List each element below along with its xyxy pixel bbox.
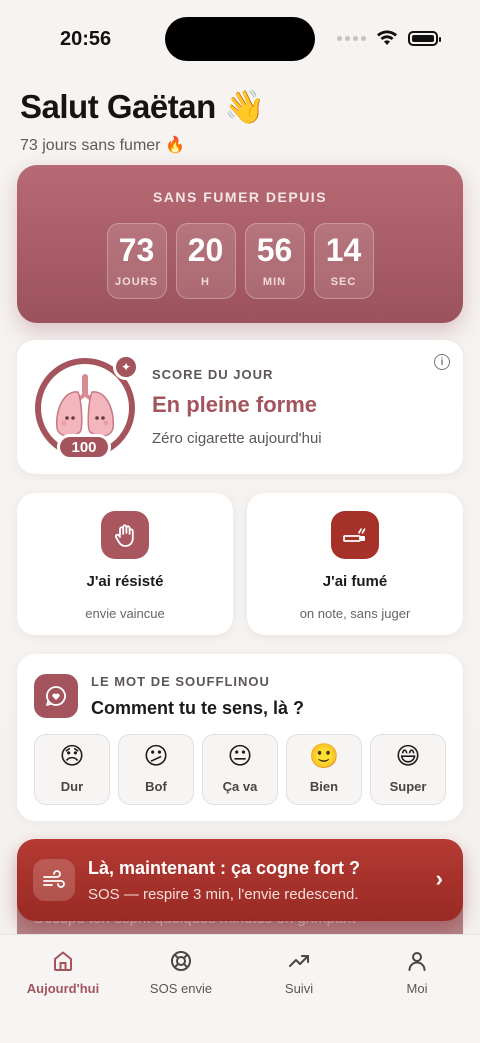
- sos-subtitle: SOS — respire 3 min, l'envie redescend.: [88, 886, 359, 903]
- page-title: Salut Gaëtan 👋: [20, 88, 265, 125]
- info-icon[interactable]: i: [434, 354, 450, 370]
- timer-unit-label: SEC: [330, 276, 357, 288]
- mood-option-super[interactable]: 😄 Super: [370, 734, 446, 805]
- hand-icon: [101, 511, 149, 559]
- mood-question: Comment tu te sens, là ?: [91, 698, 305, 718]
- tab-suivi[interactable]: Suivi: [244, 949, 354, 996]
- tab-sos-envie[interactable]: SOS envie: [126, 949, 236, 996]
- tab-label: Suivi: [284, 981, 314, 996]
- person-icon: [408, 952, 426, 971]
- sos-banner[interactable]: Là, maintenant : ça cogne fort ? SOS — r…: [17, 839, 463, 921]
- status-bar: 20:56: [0, 0, 480, 78]
- status-icons: [337, 30, 441, 46]
- mood-option-ca-va[interactable]: 😐 Ça va: [202, 734, 278, 805]
- timer-unit-label: JOURS: [115, 276, 158, 288]
- timer-days: 73 JOURS: [106, 223, 167, 299]
- tab-label: Aujourd'hui: [26, 981, 100, 996]
- timer-hours: 20 H: [175, 223, 236, 299]
- timer-blocks: 73 JOURS 20 H 56 MIN 14 SEC: [17, 223, 463, 299]
- daily-score-card[interactable]: ✦ 100 SCORE DU JOUR En pleine forme Zéro…: [17, 340, 463, 474]
- heart-chat-icon: [34, 674, 78, 718]
- score-eyebrow: SCORE DU JOUR: [152, 367, 274, 382]
- timer-value: 73: [118, 232, 155, 268]
- confused-face-icon: 😕: [143, 743, 169, 770]
- neutral-face-icon: 😐: [227, 743, 253, 770]
- resisted-button[interactable]: J'ai résisté envie vaincue: [17, 493, 233, 635]
- resisted-subtitle: envie vaincue: [85, 606, 165, 621]
- tab-aujourdhui[interactable]: Aujourd'hui: [8, 949, 118, 996]
- mood-label: Bien: [309, 779, 339, 794]
- lifebuoy-icon: [171, 951, 191, 971]
- cigarette-icon: [331, 511, 379, 559]
- sparkle-icon: ✦: [113, 354, 139, 380]
- tab-moi[interactable]: Moi: [362, 949, 472, 996]
- smoke-free-timer-card: SANS FUMER DEPUIS 73 JOURS 20 H 56 MIN 1…: [17, 165, 463, 323]
- mood-card: LE MOT DE SOUFFLINOU Comment tu te sens,…: [17, 654, 463, 821]
- timer-seconds: 14 SEC: [313, 223, 374, 299]
- mood-label: Bof: [145, 779, 167, 794]
- wind-icon: [33, 859, 75, 901]
- chevron-right-icon: ›: [435, 866, 443, 891]
- timer-title: SANS FUMER DEPUIS: [152, 189, 328, 205]
- timer-unit-label: H: [201, 276, 210, 288]
- mood-option-bien[interactable]: 🙂 Bien: [286, 734, 362, 805]
- timer-value: 56: [256, 232, 293, 268]
- mood-options: 😞 Dur 😕 Bof 😐 Ça va 🙂 Bien 😄 Super: [34, 734, 446, 805]
- dynamic-island: [165, 17, 315, 61]
- smoked-button[interactable]: J'ai fumé on note, sans juger: [247, 493, 463, 635]
- status-time: 20:56: [60, 28, 112, 50]
- score-title: En pleine forme: [152, 392, 318, 417]
- mood-eyebrow: LE MOT DE SOUFFLINOU: [91, 674, 270, 689]
- tab-label: Moi: [406, 981, 428, 996]
- mood-label: Dur: [60, 779, 84, 794]
- timer-value: 20: [187, 232, 224, 268]
- smile-face-icon: 🙂: [309, 743, 339, 770]
- mood-label: Ça va: [222, 779, 258, 794]
- battery-icon: [408, 30, 441, 46]
- timer-unit-label: MIN: [262, 276, 287, 288]
- tab-bar: Aujourd'hui SOS envie Suivi Moi: [0, 934, 480, 1043]
- timer-value: 14: [325, 232, 362, 268]
- wifi-icon: [377, 30, 397, 45]
- sos-title: Là, maintenant : ça cogne fort ?: [88, 858, 361, 878]
- score-value-badge: 100: [57, 434, 111, 460]
- grin-face-icon: 😄: [395, 743, 421, 770]
- signal-icon: [337, 35, 366, 41]
- home-icon: [54, 951, 72, 971]
- resisted-title: J'ai résisté: [86, 573, 164, 590]
- score-subtitle: Zéro cigarette aujourd'hui: [152, 430, 322, 447]
- smoked-title: J'ai fumé: [322, 573, 388, 590]
- mood-option-bof[interactable]: 😕 Bof: [118, 734, 194, 805]
- mood-label: Super: [389, 779, 427, 794]
- tab-label: SOS envie: [149, 981, 213, 996]
- streak-subtitle: 73 jours sans fumer 🔥: [20, 137, 185, 154]
- mood-option-dur[interactable]: 😞 Dur: [34, 734, 110, 805]
- greeting-header: Salut Gaëtan 👋 73 jours sans fumer 🔥: [20, 88, 265, 155]
- sad-face-icon: 😞: [59, 743, 85, 770]
- smoked-subtitle: on note, sans juger: [299, 606, 411, 621]
- timer-minutes: 56 MIN: [244, 223, 305, 299]
- trend-icon: [289, 955, 309, 967]
